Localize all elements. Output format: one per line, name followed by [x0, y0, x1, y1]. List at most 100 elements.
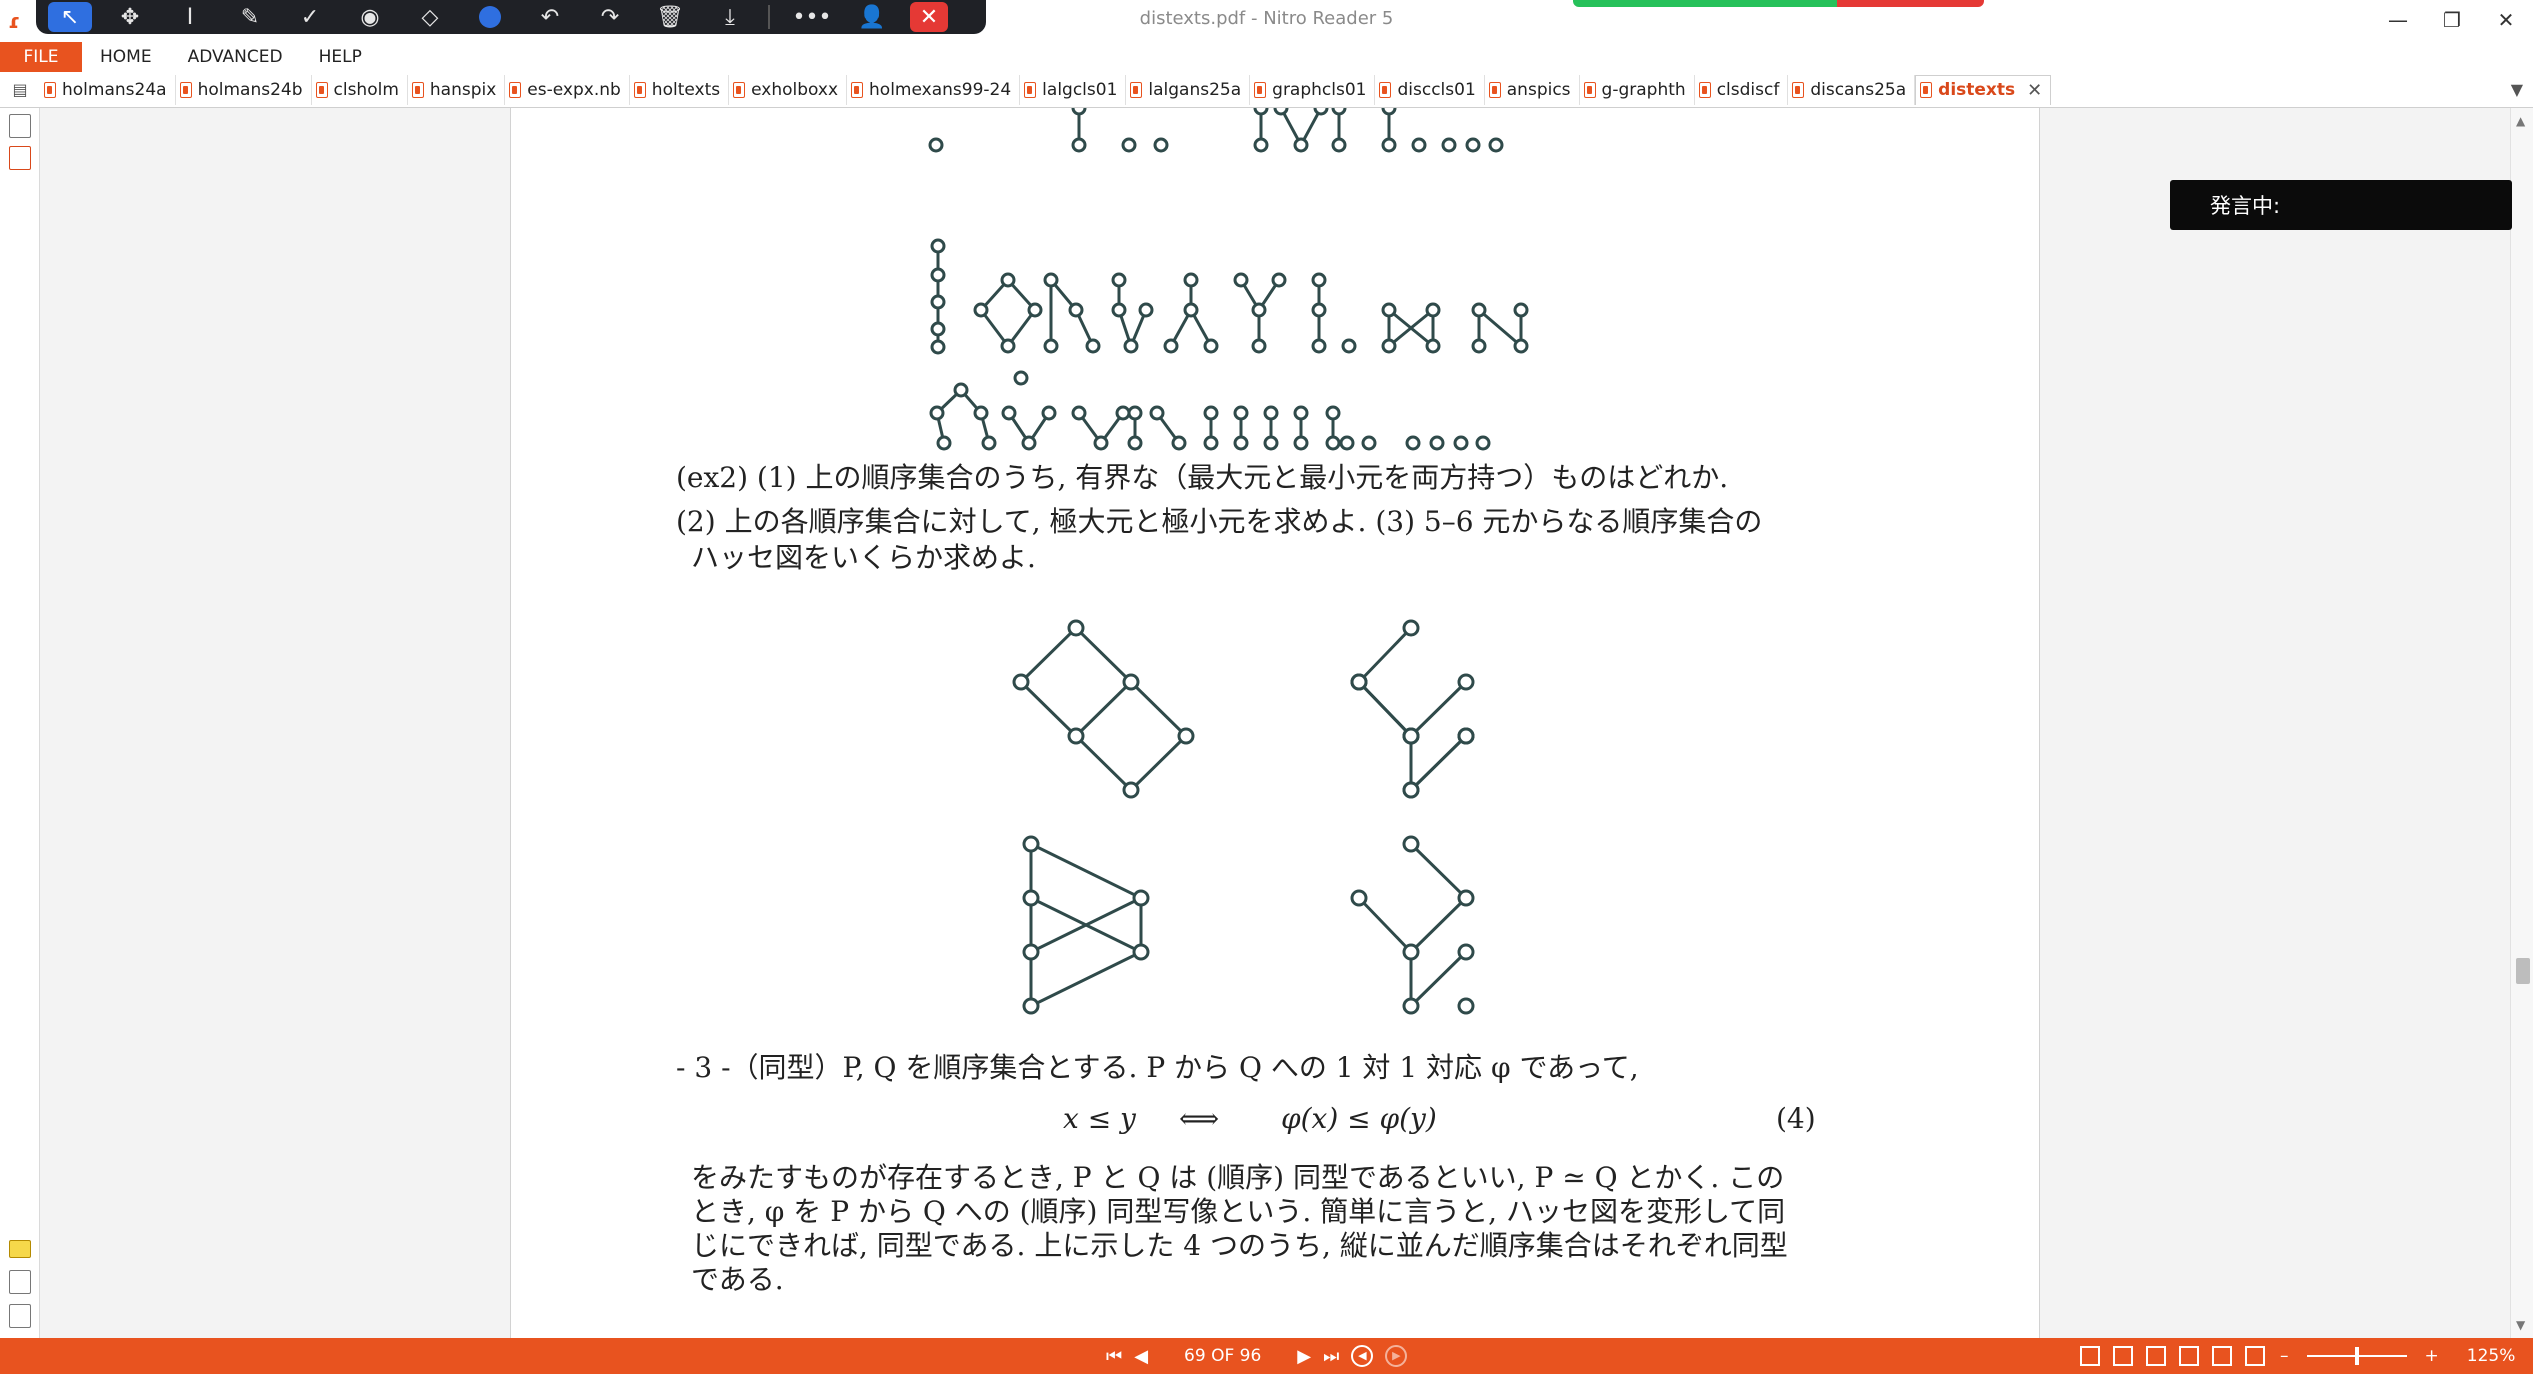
fullscreen-view-icon[interactable] [2212, 1346, 2232, 1366]
scrollbar-thumb[interactable] [2516, 958, 2530, 984]
hasse-node [1123, 338, 1139, 354]
hasse-node [1111, 302, 1127, 318]
tab-holmans24b[interactable]: holmans24b [176, 74, 312, 105]
tab-hanspix[interactable]: hanspix [408, 74, 506, 105]
hasse-edge [1357, 896, 1413, 954]
tab-label: holmans24a [62, 79, 167, 100]
maximize-button[interactable]: ❐ [2424, 0, 2480, 40]
minimize-button[interactable]: — [2370, 0, 2426, 40]
close-window-button[interactable]: ✕ [2478, 0, 2533, 40]
page-view-modes [2080, 1346, 2278, 1366]
menu-home[interactable]: HOME [82, 47, 170, 67]
facing-continuous-view-icon[interactable] [2179, 1346, 2199, 1366]
attachments-panel-icon[interactable] [9, 1270, 31, 1294]
single-page-view-icon[interactable] [2080, 1346, 2100, 1366]
previous-page-icon[interactable]: ◀ [1134, 1346, 1148, 1367]
tab-exholboxx[interactable]: exholboxx [729, 74, 848, 105]
hasse-node [1381, 338, 1397, 354]
tab-holmans24a[interactable]: holmans24a [40, 74, 176, 105]
zoom-in-button[interactable]: + [2425, 1346, 2439, 1366]
next-page-icon[interactable]: ▶ [1297, 1346, 1311, 1367]
tab-clsdiscf[interactable]: clsdiscf [1695, 74, 1789, 105]
vertical-scrollbar[interactable]: ▲ ▼ [2510, 108, 2533, 1338]
hasse-node [1402, 943, 1420, 961]
tab-holmexans99-24[interactable]: holmexans99-24 [847, 74, 1021, 105]
hasse-edge [1129, 680, 1188, 738]
facing-view-icon[interactable] [2146, 1346, 2166, 1366]
output-panel-icon[interactable] [9, 1304, 31, 1328]
next-view-icon[interactable]: ▶ [1385, 1345, 1408, 1367]
tab-label: lalgans25a [1148, 79, 1242, 100]
scroll-up-arrow-icon[interactable]: ▲ [2516, 114, 2525, 128]
hasse-node [1513, 338, 1529, 354]
previous-view-icon[interactable]: ◀ [1351, 1345, 1374, 1367]
equation-number: (4) [1776, 1102, 1816, 1135]
definition-line3: じにできれば, 同型である. 上に示した 4 つのうち, 縦に並んだ順序集合はそ… [691, 1229, 1788, 1262]
definition-line4: である. [691, 1263, 784, 1296]
last-page-icon[interactable]: ⏭ [1323, 1346, 1339, 1367]
tab-discans25a[interactable]: discans25a [1788, 74, 1916, 105]
text-select-tool-button[interactable]: I [168, 2, 212, 32]
tab-es-expx[interactable]: es-expx.nb [505, 74, 630, 105]
first-page-icon[interactable]: ⏮ [1106, 1346, 1122, 1367]
document-list-icon[interactable]: ▤ [0, 72, 40, 108]
pdf-file-icon [509, 81, 522, 98]
zoom-slider[interactable] [2306, 1347, 2407, 1365]
hasse-node [1488, 137, 1504, 153]
download-button[interactable]: ⤓ [708, 2, 752, 32]
trash-icon: 🗑 [656, 4, 684, 30]
zoom-level[interactable]: 125% [2467, 1346, 2516, 1366]
hasse-edge [1019, 626, 1078, 684]
hasse-node [930, 339, 946, 355]
zoom-slider-knob[interactable] [2354, 1347, 2359, 1365]
tab-anspics[interactable]: anspics [1485, 74, 1580, 105]
move-icon: ✥ [120, 4, 140, 30]
check-tool-button[interactable]: ✓ [288, 2, 332, 32]
scroll-down-arrow-icon[interactable]: ▼ [2516, 1318, 2525, 1332]
equation-right: φ(x) ≤ φ(y) [1281, 1102, 1437, 1135]
page-navigation: ⏮ ◀ 69 OF 96 ▶ ⏭ ◀ ▶ [1100, 1338, 1413, 1374]
tab-disccls01[interactable]: disccls01 [1375, 74, 1485, 105]
menu-help[interactable]: HELP [301, 47, 380, 67]
color-picker-button[interactable] [468, 2, 512, 32]
tab-lalgcls01[interactable]: lalgcls01 [1020, 74, 1127, 105]
check-icon: ✓ [300, 4, 320, 30]
menu-advanced[interactable]: ADVANCED [170, 47, 301, 67]
tab-label: es-expx.nb [527, 79, 621, 100]
tab-g-graphth[interactable]: g-graphth [1580, 74, 1695, 105]
document-canvas[interactable]: (ex2) (1) 上の順序集合のうち, 有界な（最大元と最小元を両方持つ）もの… [40, 108, 2510, 1338]
more-button[interactable]: ••• [790, 2, 834, 32]
delete-button[interactable]: 🗑 [648, 2, 692, 32]
pages-panel-icon[interactable] [9, 114, 31, 138]
redo-button[interactable]: ↷ [588, 2, 632, 32]
tab-lalgans25a[interactable]: lalgans25a [1126, 74, 1251, 105]
hasse-node [1457, 997, 1475, 1015]
hasse-node [1251, 338, 1267, 354]
tab-holtexts[interactable]: holtexts [630, 74, 730, 105]
eraser-tool-button[interactable]: ◇ [408, 2, 452, 32]
tab-clsholm[interactable]: clsholm [312, 74, 408, 105]
pan-tool-button[interactable]: ✥ [108, 2, 152, 32]
tab-overflow-chevron-icon[interactable]: ▼ [2511, 80, 2523, 99]
continuous-view-icon[interactable] [2113, 1346, 2133, 1366]
tab-distexts[interactable]: distexts ✕ [1915, 74, 2052, 105]
undo-button[interactable]: ↶ [528, 2, 572, 32]
page-indicator[interactable]: 69 OF 96 [1184, 1346, 1261, 1366]
hasse-edge [1357, 626, 1413, 684]
stamp-tool-button[interactable]: ◉ [348, 2, 392, 32]
reading-view-icon[interactable] [2245, 1346, 2265, 1366]
hasse-node [1027, 302, 1043, 318]
hasse-node [973, 302, 989, 318]
hasse-node [1043, 272, 1059, 288]
tab-graphcls01[interactable]: graphcls01 [1250, 74, 1376, 105]
user-settings-button[interactable]: 👤 [850, 2, 894, 32]
close-tab-icon[interactable]: ✕ [2027, 80, 2042, 101]
comments-panel-icon[interactable] [9, 1240, 31, 1258]
zoom-out-button[interactable]: – [2280, 1346, 2289, 1366]
bookmarks-panel-icon[interactable] [9, 146, 31, 170]
close-toolbar-button[interactable]: ✕ [910, 2, 948, 32]
select-tool-button[interactable]: ↖ [48, 2, 92, 32]
pen-tool-button[interactable]: ✎ [228, 2, 272, 32]
menu-file[interactable]: FILE [0, 42, 82, 72]
hasse-node [1475, 435, 1491, 451]
